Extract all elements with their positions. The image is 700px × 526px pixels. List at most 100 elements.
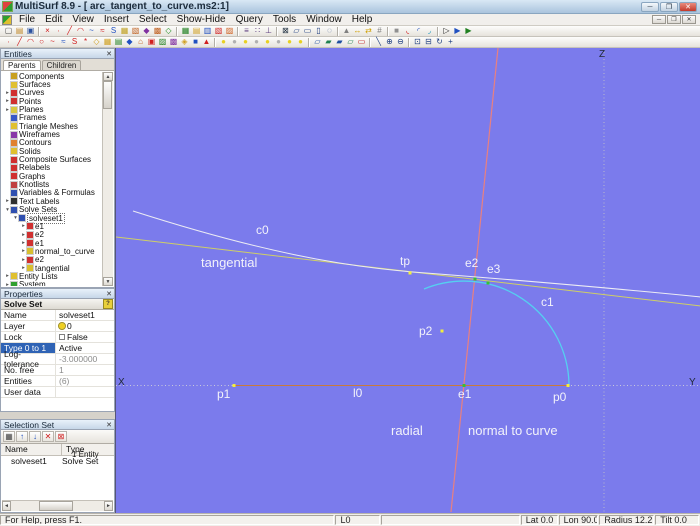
point-p1[interactable] (232, 384, 236, 387)
tree-item[interactable]: Components (2, 72, 103, 81)
expand-icon[interactable]: ⇄ (363, 26, 374, 36)
tree-item[interactable]: Wireframes (2, 130, 103, 139)
copy-icon[interactable]: ▱ (291, 26, 302, 36)
tree-item[interactable]: ▸ Entity Lists (2, 272, 103, 281)
copy-stack-4-icon[interactable]: ▱ (345, 37, 356, 47)
select-arrow-icon[interactable]: ▷ (441, 26, 452, 36)
tree-item[interactable]: ▸ Curves (2, 88, 103, 97)
insert-rev-icon[interactable]: ▣ (146, 37, 157, 47)
hide-sel-icon[interactable]: ● (273, 37, 284, 47)
wireframe-mode-icon[interactable]: ■ (391, 26, 402, 36)
tree-expander-icon[interactable]: ▸ (4, 98, 11, 104)
remove-all-icon[interactable]: ⊠ (55, 431, 67, 442)
menu-item[interactable]: Tools (268, 14, 301, 26)
insert-ruled-icon[interactable]: ▤ (113, 37, 124, 47)
show-children-icon[interactable]: ● (295, 37, 306, 47)
solid-tool-icon[interactable]: ◆ (141, 26, 152, 36)
show-parents-icon[interactable]: ● (284, 37, 295, 47)
tree-expander-icon[interactable]: ▾ (12, 215, 19, 221)
tree-item[interactable]: ▸ Planes (2, 105, 103, 114)
arc-tool-icon[interactable]: ◠ (75, 26, 86, 36)
curve-a-icon[interactable]: ◟ (402, 26, 413, 36)
insert-swept-icon[interactable]: ▨ (157, 37, 168, 47)
move-up-icon[interactable]: ↑ (16, 431, 28, 442)
property-row[interactable]: Lock False (1, 332, 114, 343)
surface-tool-icon[interactable]: ▧ (130, 26, 141, 36)
pen-icon[interactable]: ╲ (373, 37, 384, 47)
property-value[interactable]: -3.000000 (56, 354, 114, 364)
tree-expander-icon[interactable]: ▸ (4, 273, 11, 279)
tree-expander-icon[interactable]: ▸ (20, 248, 27, 254)
paste-icon[interactable]: ▭ (302, 26, 313, 36)
remove-icon[interactable]: ✕ (42, 431, 54, 442)
insert-snake-icon[interactable]: S (69, 37, 80, 47)
tb-icon[interactable] (369, 37, 371, 47)
column-name[interactable]: Name (1, 444, 62, 455)
move-down-icon[interactable]: ↓ (29, 431, 41, 442)
tree-expander-icon[interactable]: ▸ (20, 265, 27, 271)
tree-expander-icon[interactable]: ▸ (4, 90, 11, 96)
property-row[interactable]: User data (1, 387, 114, 398)
insert-ccurve-icon[interactable]: ≈ (58, 37, 69, 47)
hide-all-icon[interactable]: ● (251, 37, 262, 47)
menu-item[interactable]: Query (231, 14, 268, 26)
cut-icon[interactable]: ⊠ (280, 26, 291, 36)
hint-icon[interactable]: ◌ (324, 26, 335, 36)
lock-checkbox[interactable] (59, 334, 65, 340)
insert-circle-icon[interactable]: ○ (36, 37, 47, 47)
close-icon[interactable]: ✕ (106, 50, 112, 58)
copy-stack-5-icon[interactable]: ▭ (356, 37, 367, 47)
property-value[interactable]: (6) (56, 376, 114, 386)
property-value[interactable]: Active (56, 343, 114, 353)
tree-expander-icon[interactable]: ▸ (4, 107, 11, 113)
tb-icon[interactable] (276, 26, 278, 36)
tb-icon[interactable] (176, 26, 178, 36)
insert-frame-icon[interactable]: ⌂ (135, 37, 146, 47)
view-multi-icon[interactable]: ▨ (224, 26, 235, 36)
pan-icon[interactable]: + (445, 37, 456, 47)
plane-tool-icon[interactable]: ◇ (163, 26, 174, 36)
property-value[interactable]: False (56, 332, 114, 342)
tb-icon[interactable] (38, 26, 40, 36)
close-icon[interactable]: ✕ (106, 290, 112, 298)
tree-expander-icon[interactable]: ▸ (20, 240, 27, 246)
menu-item[interactable]: Window (301, 14, 347, 26)
sort-2-icon[interactable]: ∷ (252, 26, 263, 36)
tree-expander-icon[interactable]: ▾ (4, 207, 11, 213)
copy-stack-1-icon[interactable]: ▱ (312, 37, 323, 47)
zoom-window-icon[interactable]: ⊡ (412, 37, 423, 47)
view-front-icon[interactable]: ▦ (180, 26, 191, 36)
view-side-icon[interactable]: ▤ (191, 26, 202, 36)
zoom-in-icon[interactable]: ⊕ (384, 37, 395, 47)
tb-icon[interactable] (214, 37, 216, 47)
insert-line-icon[interactable]: ╱ (14, 37, 25, 47)
property-value[interactable]: solveset1 (56, 310, 114, 320)
menu-item[interactable]: Show-Hide (172, 14, 231, 26)
scroll-thumb[interactable] (103, 81, 112, 109)
scroll-left-icon[interactable]: ◄ (2, 501, 11, 511)
close-icon[interactable]: ✕ (106, 421, 112, 429)
property-value[interactable]: 0 (56, 321, 114, 331)
tree-item[interactable]: Contours (2, 138, 103, 147)
tree-item[interactable]: Graphs (2, 172, 103, 181)
scroll-down-icon[interactable]: ▼ (103, 277, 113, 286)
tb-icon[interactable] (387, 26, 389, 36)
paste-ref-icon[interactable]: ▯ (313, 26, 324, 36)
point-e3[interactable] (486, 281, 490, 285)
bcurve-tool-icon[interactable]: ~ (86, 26, 97, 36)
entities-tab[interactable]: Children (41, 60, 82, 70)
menu-item[interactable]: Help (347, 14, 378, 26)
shrink-icon[interactable]: ↔ (352, 26, 363, 36)
tree-expander-icon[interactable]: ▸ (4, 198, 11, 204)
insert-lofted-icon[interactable]: ◆ (124, 37, 135, 47)
scroll-right-icon[interactable]: ► (104, 501, 113, 511)
delete-icon[interactable]: × (42, 26, 53, 36)
fit-icon[interactable]: # (374, 26, 385, 36)
properties-options-icon[interactable]: ? (103, 299, 113, 309)
ccurve-tool-icon[interactable]: ≈ (97, 26, 108, 36)
tree-expander-icon[interactable]: ▸ (4, 282, 11, 286)
insert-star-icon[interactable]: * (80, 37, 91, 47)
save-icon[interactable]: ▣ (25, 26, 36, 36)
menu-item[interactable]: View (67, 14, 99, 26)
tree-scrollbar[interactable]: ▲ ▼ (102, 72, 113, 286)
